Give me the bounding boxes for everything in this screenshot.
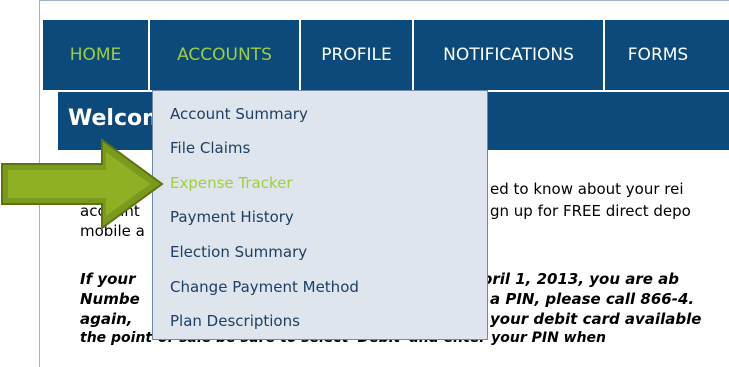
body-text-line: gn up for FREE direct depo: [490, 202, 691, 220]
menu-item-election-summary[interactable]: Election Summary: [170, 243, 307, 261]
menu-item-payment-history[interactable]: Payment History: [170, 208, 294, 226]
accounts-dropdown-menu: Account Summary File Claims Expense Trac…: [152, 90, 488, 340]
menu-item-expense-tracker[interactable]: Expense Tracker: [170, 174, 293, 192]
body-text-line: Numbe: [80, 290, 140, 308]
menu-item-plan-descriptions[interactable]: Plan Descriptions: [170, 312, 300, 330]
menu-item-account-summary[interactable]: Account Summary: [170, 105, 308, 123]
body-text-line: If your: [80, 270, 136, 288]
nav-notifications[interactable]: NOTIFICATIONS: [414, 20, 605, 90]
nav-accounts[interactable]: ACCOUNTS: [150, 20, 301, 90]
nav-forms[interactable]: FORMS: [605, 20, 711, 90]
menu-item-file-claims[interactable]: File Claims: [170, 139, 250, 157]
body-text-line: April 1, 2013, you are ab: [470, 270, 680, 288]
body-text-line: again,: [80, 310, 133, 328]
nav-home[interactable]: HOME: [43, 20, 150, 90]
body-text-line: a PIN, please call 866-4.: [490, 290, 695, 308]
nav-profile[interactable]: PROFILE: [301, 20, 414, 90]
pointer-arrow-icon: [0, 138, 165, 234]
body-text-line: your debit card available: [490, 310, 702, 328]
menu-item-change-payment-method[interactable]: Change Payment Method: [170, 278, 359, 296]
body-text-line: ed to know about your rei: [490, 180, 684, 198]
welcome-title: Welcom: [68, 106, 166, 131]
main-nav: HOME ACCOUNTS PROFILE NOTIFICATIONS FORM…: [43, 20, 729, 90]
